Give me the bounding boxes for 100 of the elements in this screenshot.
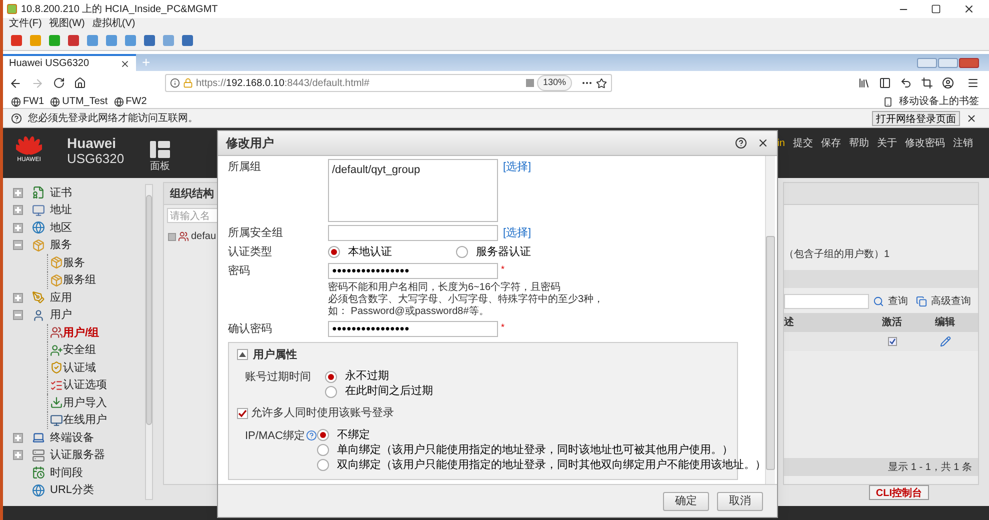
search-link[interactable]: 查询 bbox=[888, 294, 908, 309]
open-login-page-button[interactable]: 打开网络登录页面 bbox=[872, 110, 960, 126]
required-mark: * bbox=[501, 321, 505, 334]
expand-icon[interactable] bbox=[13, 222, 23, 233]
info-icon bbox=[170, 78, 180, 88]
nav-item[interactable]: 用户 bbox=[50, 307, 72, 324]
radio-button[interactable] bbox=[325, 386, 337, 398]
radio-button[interactable] bbox=[316, 459, 329, 471]
address-bar[interactable]: https://192.168.0.10:8443/default.html# 130% bbox=[165, 74, 612, 92]
search-icon[interactable] bbox=[873, 296, 884, 307]
radio-button[interactable] bbox=[316, 444, 329, 456]
nav-item[interactable]: 服务 bbox=[50, 237, 72, 254]
nav-item[interactable]: 终端设备 bbox=[50, 430, 94, 446]
field-label: 所属安全组 bbox=[228, 226, 284, 241]
menu-icon[interactable] bbox=[967, 77, 979, 89]
home-icon[interactable] bbox=[74, 77, 86, 89]
menu-item[interactable]: 视图(W) bbox=[48, 18, 85, 30]
close-icon[interactable] bbox=[966, 112, 977, 124]
nav-item[interactable]: 服务组 bbox=[63, 272, 96, 288]
help-icon[interactable] bbox=[735, 137, 747, 149]
collapse-icon[interactable] bbox=[237, 349, 248, 360]
nav-item[interactable]: 认证域 bbox=[63, 360, 96, 376]
password-field[interactable]: ●●●●●●●●●●●●●●●● bbox=[328, 321, 498, 337]
expand-icon[interactable] bbox=[13, 188, 23, 198]
model-name: USG6320 bbox=[67, 151, 124, 167]
scrollbar[interactable] bbox=[145, 184, 153, 500]
select-link[interactable]: [选择] bbox=[503, 225, 532, 242]
menu-item[interactable]: 文件(F) bbox=[9, 18, 42, 30]
header-link[interactable]: 注销 bbox=[953, 136, 973, 151]
scrollbar[interactable] bbox=[765, 156, 775, 484]
bookmark-item[interactable]: UTM_Test bbox=[62, 94, 108, 109]
nav-item[interactable]: 用户/组 bbox=[63, 324, 100, 341]
close-tab-icon[interactable] bbox=[120, 58, 130, 68]
search-field[interactable] bbox=[784, 294, 869, 309]
browser-tab[interactable]: Huawei USG6320 bbox=[3, 54, 136, 71]
select-link[interactable]: [选择] bbox=[503, 159, 532, 222]
mobile-bookmarks-link[interactable]: 移动设备上的书签 bbox=[899, 94, 979, 109]
menu-item[interactable]: 虚拟机(V) bbox=[92, 18, 136, 30]
nav-item[interactable]: 用户导入 bbox=[63, 394, 107, 411]
radio-button[interactable] bbox=[325, 370, 337, 382]
security-group-field[interactable] bbox=[328, 225, 498, 241]
nav-item[interactable]: 应用 bbox=[50, 290, 72, 306]
close-icon[interactable] bbox=[757, 137, 769, 149]
nav-item[interactable]: URL分类 bbox=[50, 482, 94, 498]
advanced-search-icon[interactable] bbox=[916, 296, 927, 307]
dashboard-label[interactable]: 面板 bbox=[150, 159, 170, 174]
nav-item[interactable]: 时间段 bbox=[50, 464, 83, 481]
reload-icon[interactable] bbox=[53, 77, 65, 89]
expand-icon[interactable] bbox=[13, 205, 23, 216]
nav-item[interactable]: 地址 bbox=[50, 202, 72, 218]
nav-item[interactable]: 服务 bbox=[63, 254, 85, 271]
header-link[interactable]: 修改密码 bbox=[905, 136, 945, 151]
expand-icon[interactable] bbox=[13, 450, 23, 460]
package-icon bbox=[50, 274, 63, 287]
library-icon[interactable] bbox=[858, 77, 870, 89]
group-field[interactable]: /default/qyt_group bbox=[328, 159, 498, 222]
bookmark-star-icon[interactable] bbox=[596, 78, 607, 88]
radio-button[interactable] bbox=[316, 429, 329, 441]
header-link[interactable]: 关于 bbox=[877, 136, 897, 151]
minimize-button[interactable] bbox=[917, 58, 937, 68]
field-label: 账号过期时间 bbox=[245, 370, 312, 385]
active-checkbox[interactable] bbox=[888, 337, 896, 346]
header-link[interactable]: 提交 bbox=[793, 136, 813, 151]
radio-button[interactable] bbox=[328, 246, 340, 258]
nav-item[interactable]: 认证选项 bbox=[63, 377, 107, 394]
password-field[interactable]: ●●●●●●●●●●●●●●●● bbox=[328, 262, 498, 278]
import-icon bbox=[50, 396, 63, 410]
password-hint: 密码不能和用户名相同，长度为6~16个字符，且密码 必须包含数字、大写字母、小写字母、特殊字符中的至少3种， 如： Password@或password8#等。 bbox=[328, 282, 605, 318]
confirm-button[interactable]: 确定 bbox=[663, 492, 709, 510]
restore-button[interactable] bbox=[938, 58, 958, 68]
close-icon[interactable] bbox=[963, 3, 975, 15]
crop-icon[interactable] bbox=[921, 77, 933, 89]
back-icon[interactable] bbox=[9, 76, 22, 90]
expand-icon[interactable] bbox=[13, 432, 23, 443]
account-icon[interactable] bbox=[942, 77, 954, 89]
nav-item[interactable]: 地区 bbox=[50, 220, 72, 236]
edit-icon[interactable] bbox=[940, 336, 950, 347]
cli-console-button[interactable]: CLI控制台 bbox=[868, 485, 929, 500]
nav-item[interactable]: 证书 bbox=[50, 184, 72, 201]
header-link[interactable]: 保存 bbox=[821, 136, 841, 151]
zoom-badge[interactable]: 130% bbox=[536, 75, 572, 91]
tree-item[interactable]: defau bbox=[191, 229, 216, 244]
header-link[interactable]: 帮助 bbox=[849, 136, 869, 151]
bookmark-item[interactable]: FW2 bbox=[126, 94, 147, 109]
user-count-text: （包含子组的用户数）1 bbox=[784, 248, 891, 262]
maximize-icon[interactable] bbox=[931, 4, 941, 14]
advanced-search-link[interactable]: 高级查询 bbox=[931, 294, 971, 309]
bookmark-item[interactable]: FW1 bbox=[23, 94, 44, 109]
checkbox[interactable] bbox=[237, 408, 248, 419]
dashboard-icon[interactable] bbox=[150, 141, 170, 158]
undo-icon[interactable] bbox=[900, 77, 912, 89]
expand-icon[interactable] bbox=[168, 232, 176, 240]
nav-item[interactable]: 认证服务器 bbox=[50, 447, 105, 464]
user-icon bbox=[32, 308, 45, 322]
sidebar-icon[interactable] bbox=[879, 77, 891, 89]
radio-button[interactable] bbox=[456, 246, 468, 258]
nav-item[interactable]: 安全组 bbox=[63, 342, 96, 358]
cancel-button[interactable]: 取消 bbox=[717, 492, 763, 510]
nav-item[interactable]: 在线用户 bbox=[63, 412, 107, 428]
expand-icon[interactable] bbox=[13, 292, 23, 303]
